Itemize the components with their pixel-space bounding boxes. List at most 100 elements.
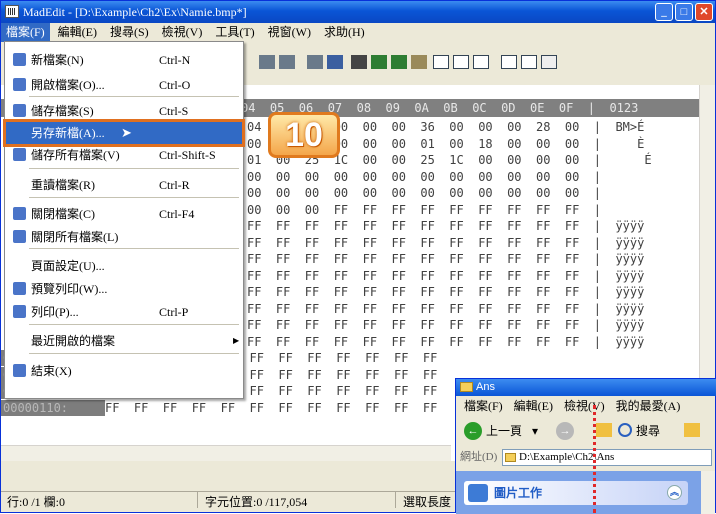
explorer-menu-bar: 檔案(F) 編輯(E) 檢視(V) 我的最愛(A) — [456, 396, 716, 416]
file-menu-item[interactable]: 關閉所有檔案(L) — [5, 225, 243, 249]
block2-icon[interactable] — [279, 55, 295, 69]
menu-view[interactable]: 檢視(V) — [157, 23, 208, 42]
explorer-menu-favorites[interactable]: 我的最愛(A) — [616, 399, 681, 413]
title-bar[interactable]: MadEdit - [D:\Example\Ch2\Ex\Namie.bmp*]… — [1, 1, 715, 23]
explorer-task-pane: 圖片工作 ︽ — [456, 471, 702, 514]
horizontal-scrollbar[interactable] — [1, 445, 451, 461]
file-menu-item-shortcut: Ctrl-R — [159, 178, 190, 192]
block3-icon[interactable] — [307, 55, 323, 69]
app-icon — [5, 5, 19, 18]
hex-bytes: FF FF FF FF FF FF FF FF FF FF FF FF | ÿÿ… — [247, 268, 645, 283]
print-icon — [13, 305, 26, 318]
file-menu-item[interactable]: 儲存檔案(S) Ctrl-S — [5, 99, 243, 123]
wrap-icon[interactable] — [501, 55, 517, 69]
hex-bytes: FF FF FF FF FF FF FF FF FF FF FF FF | ÿÿ… — [247, 301, 645, 316]
ruler-icon[interactable] — [541, 55, 557, 69]
file-menu-item[interactable]: 重讀檔案(R) Ctrl-R — [5, 173, 243, 197]
picture-tasks-panel[interactable]: 圖片工作 ︽ — [464, 481, 688, 505]
menu-window[interactable]: 視窗(W) — [263, 23, 316, 42]
file-menu-item[interactable]: 結束(X) — [5, 359, 243, 383]
hex-bytes: FF FF FF FF FF FF FF FF FF FF FF FF | ÿÿ… — [247, 252, 645, 266]
explorer-address-bar: 網址(D) D:\Example\Ch2\Ans — [456, 446, 716, 468]
hex-mode-icon[interactable] — [473, 55, 489, 69]
file-menu-dropdown: 新檔案(N) Ctrl-N 開啟檔案(O)... Ctrl-O 儲存檔案(S) Ctrl-… — [3, 41, 245, 399]
block-icon[interactable] — [259, 55, 275, 69]
status-separator — [197, 492, 198, 508]
explorer-menu-file[interactable]: 檔案(F) — [464, 399, 503, 413]
step-callout: 10 — [268, 112, 340, 158]
menu-bar: 檔案(F) 編輯(E) 搜尋(S) 檢視(V) 工具(T) 視窗(W) 求助(H… — [1, 23, 715, 42]
up-folder-icon[interactable] — [596, 423, 612, 437]
file-menu-item-label: 最近開啟的檔案 — [31, 334, 116, 348]
file-menu-item[interactable]: 開啟檔案(O)... Ctrl-O — [5, 73, 243, 97]
menu-search[interactable]: 搜尋(S) — [105, 23, 154, 42]
explorer-menu-edit[interactable]: 編輯(E) — [514, 399, 553, 413]
minimize-button[interactable]: _ — [655, 3, 673, 21]
maximize-button[interactable]: □ — [675, 3, 693, 21]
hex-bytes: 00 00 00 00 00 00 00 00 00 00 00 00 | — [247, 186, 602, 200]
find-next-icon[interactable] — [371, 55, 387, 69]
forward-arrow-icon[interactable]: → — [556, 422, 574, 440]
replace-icon[interactable] — [411, 55, 427, 69]
file-menu-item[interactable]: 新檔案(N) Ctrl-N — [5, 48, 243, 72]
address-label: 網址(D) — [460, 451, 498, 463]
explorer-toolbar: ← 上一頁 ▾ → 搜尋 — [456, 416, 716, 446]
search-button[interactable]: 搜尋 — [636, 416, 660, 446]
save-icon — [13, 104, 26, 117]
menu-tools[interactable]: 工具(T) — [210, 23, 259, 42]
explorer-scrollbar[interactable] — [701, 471, 715, 514]
menu-separator — [29, 168, 239, 169]
hex-bytes: FF FF FF FF FF FF FF FF FF FF FF FF | ÿÿ… — [247, 235, 645, 250]
file-menu-item-label: 另存新檔(A)... — [31, 126, 105, 140]
back-button[interactable]: 上一頁 — [486, 416, 522, 446]
file-menu-item-shortcut: Ctrl-N — [159, 53, 191, 67]
column-mode-icon[interactable] — [453, 55, 469, 69]
find-icon[interactable] — [327, 55, 343, 69]
back-arrow-icon[interactable]: ← — [464, 422, 482, 440]
status-selection: 選取長度 — [403, 495, 452, 509]
hex-bytes: FF FF FF FF FF FF FF FF FF FF FF FF — [105, 400, 438, 415]
file-menu-item[interactable]: 儲存所有檔案(V) Ctrl-Shift-S — [5, 143, 243, 167]
close-icon — [13, 207, 26, 220]
file-menu-item-label: 頁面設定(U)... — [31, 259, 105, 273]
picture-tasks-label: 圖片工作 — [494, 486, 543, 500]
text-mode-icon[interactable] — [433, 55, 449, 69]
file-menu-item[interactable]: 最近開啟的檔案 ▶ — [5, 329, 243, 353]
explorer-menu-view[interactable]: 檢視(V) — [564, 399, 605, 413]
hex-bytes: FF FF FF FF FF FF FF FF FF FF FF FF | ÿÿ… — [247, 334, 645, 349]
close-button[interactable]: ✕ — [695, 3, 713, 21]
explorer-title-bar[interactable]: Ans — [456, 379, 716, 396]
exit-icon — [13, 364, 26, 377]
file-menu-item-label: 列印(P)... — [31, 305, 79, 319]
hex-address: 00000110: — [1, 399, 105, 416]
menu-separator — [29, 353, 239, 354]
wrap2-icon[interactable] — [521, 55, 537, 69]
file-menu-item[interactable]: 關閉檔案(C) Ctrl-F4 — [5, 202, 243, 226]
address-field[interactable]: D:\Example\Ch2\Ans — [502, 449, 712, 466]
status-char-position: 字元位置:0 /117,054 — [205, 495, 308, 509]
menu-help[interactable]: 求助(H) — [319, 23, 370, 42]
menu-separator — [29, 248, 239, 249]
file-menu-item[interactable]: 列印(P)... Ctrl-P — [5, 300, 243, 324]
menu-edit[interactable]: 編輯(E) — [53, 23, 102, 42]
print-preview-icon — [13, 282, 26, 295]
find-prev-icon[interactable] — [391, 55, 407, 69]
collapse-icon[interactable]: ︽ — [667, 485, 682, 500]
open-folder-icon — [13, 78, 26, 91]
file-menu-item[interactable]: 預覽列印(W)... — [5, 277, 243, 301]
binoculars-icon[interactable] — [351, 55, 367, 69]
hex-bytes: 00 00 00 FF FF FF FF FF FF FF FF FF | — [247, 202, 602, 217]
back-dropdown-icon[interactable]: ▾ — [532, 416, 538, 446]
file-menu-item[interactable]: 頁面設定(U)... — [5, 254, 243, 278]
file-menu-item[interactable]: 另存新檔(A)... ➤ — [3, 119, 245, 147]
search-icon[interactable] — [618, 423, 632, 437]
close-all-icon — [13, 230, 26, 243]
folders-icon[interactable] — [684, 423, 700, 437]
menu-file[interactable]: 檔案(F) — [1, 23, 50, 42]
hex-bytes: FF FF FF FF FF FF FF FF FF FF FF FF | ÿÿ… — [247, 285, 645, 299]
file-menu-item-shortcut: Ctrl-P — [159, 305, 189, 319]
hex-bytes: FF FF FF FF FF FF FF FF FF FF FF FF | ÿÿ… — [247, 318, 645, 332]
explorer-window[interactable]: Ans 檔案(F) 編輯(E) 檢視(V) 我的最愛(A) ← 上一頁 ▾ → … — [455, 378, 716, 514]
file-menu-item-shortcut: Ctrl-O — [159, 78, 191, 92]
file-menu-item-label: 重讀檔案(R) — [31, 178, 95, 192]
